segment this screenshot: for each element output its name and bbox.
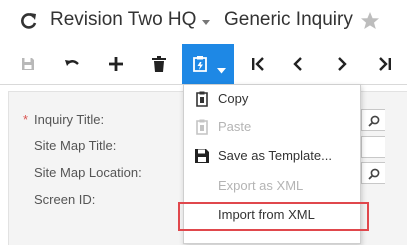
star-icon[interactable] [360, 11, 380, 31]
clipboard-icon [193, 56, 207, 77]
screen-id-label: Screen ID: [34, 192, 96, 207]
delete-button[interactable] [147, 44, 171, 84]
inquiry-title-label: Inquiry Title: [34, 112, 105, 127]
menu-item-label: Paste [218, 119, 252, 134]
menu-item-copy[interactable]: Copy [184, 85, 360, 113]
site-map-title-field[interactable] [361, 136, 385, 158]
inquiry-title-lookup[interactable] [361, 109, 385, 131]
copy-icon [194, 91, 210, 107]
trash-icon [152, 56, 166, 72]
chevron-left-icon [293, 57, 303, 71]
floppy-disk-icon [21, 57, 35, 71]
menu-item-save-as-template[interactable]: Save as Template... [184, 142, 360, 170]
next-button[interactable] [332, 44, 352, 84]
menu-item-paste[interactable]: Paste [184, 113, 360, 141]
undo-button[interactable] [60, 44, 84, 84]
first-page-icon [251, 57, 265, 71]
paste-icon [194, 119, 210, 135]
menu-item-label: Save as Template... [218, 148, 332, 163]
last-page-icon [378, 57, 392, 71]
chevron-down-icon[interactable] [201, 14, 211, 25]
save-template-icon [194, 148, 210, 164]
search-icon [368, 167, 380, 185]
chevron-down-icon[interactable] [217, 61, 226, 79]
site-map-title-label: Site Map Title: [34, 138, 117, 153]
save-button[interactable] [16, 44, 40, 84]
add-button[interactable] [104, 44, 128, 84]
screen-title: Generic Inquiry [224, 9, 353, 30]
title-bar: Revision Two HQ Generic Inquiry [0, 0, 407, 44]
site-map-location-label: Site Map Location: [34, 165, 142, 180]
company-selector[interactable]: Revision Two HQ [50, 9, 196, 31]
plus-icon [109, 57, 123, 71]
menu-item-export-xml[interactable]: Export as XML [184, 172, 360, 200]
first-button[interactable] [248, 44, 268, 84]
menu-item-label: Export as XML [218, 178, 304, 193]
required-marker: * [23, 112, 29, 127]
undo-icon [64, 57, 80, 71]
chevron-right-icon [337, 57, 347, 71]
import-highlight-box [178, 202, 369, 231]
search-icon [368, 114, 380, 132]
last-button[interactable] [375, 44, 395, 84]
previous-button[interactable] [288, 44, 308, 84]
refresh-icon[interactable] [20, 11, 38, 31]
clipboard-button[interactable] [182, 44, 234, 84]
site-map-location-lookup[interactable] [361, 162, 385, 184]
menu-item-label: Copy [218, 91, 249, 106]
